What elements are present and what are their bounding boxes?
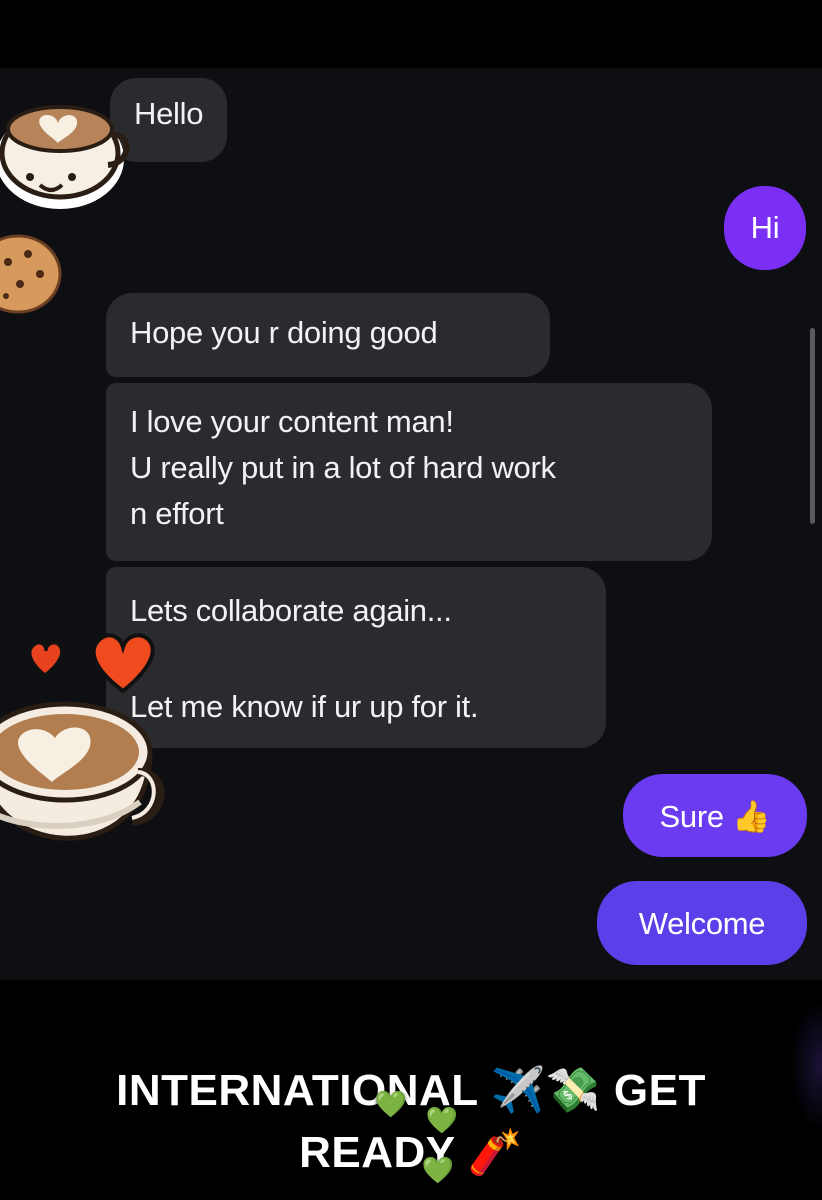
message-received-love-your-content[interactable]: I love your content man! U really put in… xyxy=(106,383,712,561)
green-heart-icon: 💚 xyxy=(421,1156,455,1186)
cookie-sticker xyxy=(0,234,62,314)
message-sent-sure-thumbs-up[interactable]: Sure 👍 xyxy=(623,774,807,857)
airplane-money-icons: ✈️💸 xyxy=(490,1065,602,1116)
message-sent-welcome[interactable]: Welcome xyxy=(597,881,807,965)
latte-art-cup-sticker xyxy=(0,701,165,841)
red-hearts-sticker xyxy=(28,633,155,694)
caption-word-ready: READ 💚 💚 Y xyxy=(299,1106,459,1186)
latte-art-cup-smiling-sticker xyxy=(0,105,130,209)
caption-word-get: GET xyxy=(613,1066,706,1115)
message-sent-hi[interactable]: Hi xyxy=(724,186,806,270)
firecracker-icon: 🧨 xyxy=(467,1127,523,1178)
message-received-lets-collaborate[interactable]: Lets collaborate again... Let me know if… xyxy=(106,567,606,748)
caption-word-international: INTERNATIO 💚 NAL xyxy=(116,1066,478,1120)
caption-line-1: INTERNATIO 💚 NAL ✈️💸 GET xyxy=(0,1064,822,1120)
green-heart-icon: 💚 xyxy=(425,1106,459,1136)
message-received-hope-you-r-doing-good[interactable]: Hope you r doing good xyxy=(106,293,550,377)
top-black-strip xyxy=(0,0,822,68)
green-heart-icon: 💚 xyxy=(374,1090,408,1120)
caption-line-2: READ 💚 💚 Y 🧨 xyxy=(0,1106,822,1186)
chat-scrollbar[interactable] xyxy=(810,328,815,524)
